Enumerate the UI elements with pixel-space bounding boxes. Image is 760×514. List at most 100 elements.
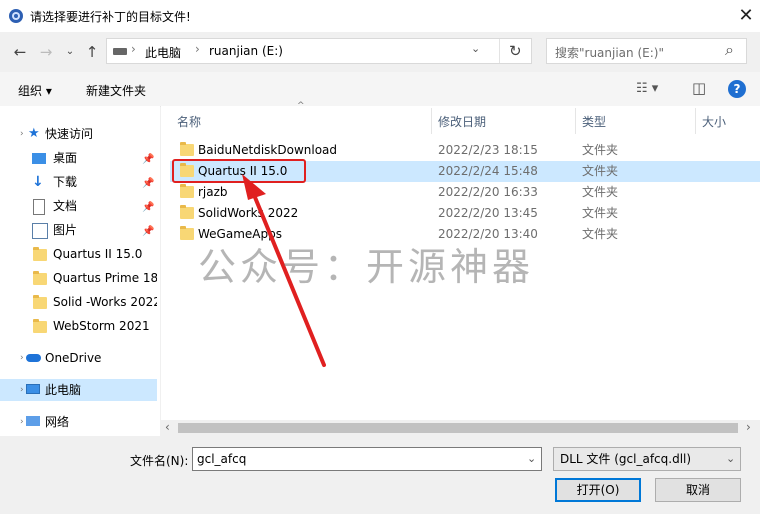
nav-folder-quartus-ii[interactable]: Quartus II 15.0 (0, 243, 157, 265)
scrollbar-thumb[interactable] (178, 423, 738, 433)
column-header-size[interactable]: 大小 (702, 113, 726, 130)
folder-icon (33, 247, 47, 261)
download-icon: ↓ (32, 174, 44, 190)
nav-label: Quartus II 15.0 (53, 247, 143, 261)
address-dropdown-icon[interactable]: ⌄ (471, 42, 480, 55)
filename-field[interactable]: gcl_afcq ⌄ (192, 447, 542, 471)
desktop-icon (32, 153, 46, 164)
sort-ascending-icon: ^ (297, 101, 305, 111)
open-button[interactable]: 打开(O) (555, 478, 641, 502)
filetype-value: DLL 文件 (gcl_afcq.dll) (560, 452, 692, 466)
folder-icon (180, 184, 194, 198)
file-type: 文件夹 (582, 206, 619, 220)
scroll-left-icon[interactable]: ‹ (165, 420, 170, 434)
nav-folder-quartus-prime[interactable]: Quartus Prime 18. (0, 267, 157, 289)
nav-label: Solid -Works 2022 (53, 295, 157, 309)
nav-label: 桌面 (53, 151, 78, 165)
folder-icon (180, 226, 194, 240)
help-button[interactable]: ? (728, 80, 746, 98)
nav-this-pc[interactable]: › 此电脑 (0, 379, 157, 401)
picture-icon (32, 223, 48, 239)
folder-icon (33, 271, 47, 285)
drive-icon (113, 48, 127, 55)
nav-label: 文档 (53, 199, 78, 213)
window-title: 请选择要进行补丁的目标文件! (30, 10, 191, 24)
new-folder-button[interactable]: 新建文件夹 (86, 82, 146, 99)
horizontal-scrollbar[interactable]: ‹ › (161, 420, 760, 436)
folder-icon (180, 142, 194, 156)
breadcrumb-this-pc[interactable]: 此电脑 (145, 44, 181, 61)
file-type: 文件夹 (582, 164, 619, 178)
folder-icon (33, 319, 47, 333)
document-icon (33, 199, 45, 215)
nav-label: Quartus Prime 18. (53, 271, 157, 285)
address-bar[interactable]: › 此电脑 › ruanjian (E:) ⌄ ↻ (106, 38, 532, 64)
file-name: BaiduNetdiskDownload (198, 143, 338, 157)
search-input[interactable]: 搜索"ruanjian (E:)" (555, 44, 664, 61)
file-type: 文件夹 (582, 143, 619, 157)
computer-icon (26, 384, 40, 394)
column-divider[interactable] (695, 108, 696, 134)
close-button[interactable]: ✕ (734, 4, 758, 28)
forward-button[interactable]: → (36, 42, 56, 62)
folder-icon (33, 295, 47, 309)
nav-quick-access[interactable]: › ★ 快速访问 (0, 123, 157, 145)
expand-chevron-icon[interactable]: › (20, 411, 24, 433)
up-button[interactable]: ↑ (82, 42, 102, 62)
nav-label: 图片 (53, 223, 78, 237)
file-name: rjazb (198, 185, 228, 199)
pin-icon[interactable]: 📌 (142, 221, 154, 243)
nav-folder-solidworks[interactable]: Solid -Works 2022 (0, 291, 157, 313)
column-divider[interactable] (431, 108, 432, 134)
breadcrumb-separator-icon: › (195, 42, 200, 56)
nav-desktop[interactable]: 桌面 📌 (0, 147, 157, 169)
recent-dropdown-button[interactable]: ⌄ (60, 42, 80, 62)
file-modified: 2022/2/23 18:15 (438, 143, 538, 157)
filename-value: gcl_afcq (197, 452, 247, 466)
filetype-select[interactable]: DLL 文件 (gcl_afcq.dll) ⌄ (553, 447, 741, 471)
nav-folder-webstorm[interactable]: WebStorm 2021 (0, 315, 157, 337)
column-header-type[interactable]: 类型 (582, 113, 606, 130)
nav-documents[interactable]: 文档 📌 (0, 195, 157, 217)
network-icon (26, 416, 40, 426)
view-options-button[interactable]: ☷ ▾ (636, 81, 658, 96)
nav-pictures[interactable]: 图片 📌 (0, 219, 157, 241)
pin-icon[interactable]: 📌 (142, 173, 154, 195)
filename-label: 文件名(N): (130, 454, 189, 468)
pin-icon[interactable]: 📌 (142, 149, 154, 171)
nav-network[interactable]: › 网络 (0, 411, 157, 433)
pin-icon[interactable]: 📌 (142, 197, 154, 219)
filetype-dropdown-icon[interactable]: ⌄ (726, 448, 735, 470)
column-divider[interactable] (575, 108, 576, 134)
filename-dropdown-icon[interactable]: ⌄ (527, 448, 536, 470)
column-header-name[interactable]: 名称 (177, 113, 201, 130)
nav-label: 下载 (53, 175, 78, 189)
watermark-text: 公众号：开源神器 (198, 245, 535, 289)
nav-label: 网络 (45, 415, 70, 429)
nav-downloads[interactable]: ↓ 下载 📌 (0, 171, 157, 193)
file-modified: 2022/2/20 16:33 (438, 185, 538, 199)
scroll-right-icon[interactable]: › (746, 420, 751, 434)
expand-chevron-icon[interactable]: › (20, 123, 24, 145)
cloud-icon (26, 354, 41, 362)
star-icon: ★ (28, 126, 40, 141)
nav-label: 此电脑 (45, 383, 82, 397)
back-button[interactable]: ← (10, 42, 30, 62)
search-icon[interactable]: ⌕ (725, 40, 734, 60)
nav-onedrive[interactable]: › OneDrive (0, 347, 157, 369)
file-modified: 2022/2/20 13:45 (438, 206, 538, 220)
preview-pane-button[interactable]: ◫ (692, 79, 706, 97)
breadcrumb-drive[interactable]: ruanjian (E:) (209, 44, 283, 58)
refresh-icon[interactable]: ↻ (509, 42, 522, 60)
file-modified: 2022/2/24 15:48 (438, 164, 538, 178)
file-row[interactable]: BaiduNetdiskDownload 2022/2/23 18:15 文件夹 (170, 140, 760, 161)
expand-chevron-icon[interactable]: › (20, 379, 24, 401)
nav-label: WebStorm 2021 (53, 319, 150, 333)
cancel-button[interactable]: 取消 (655, 478, 741, 502)
organize-button[interactable]: 组织 ▾ (18, 82, 52, 99)
app-globe-icon (9, 9, 23, 23)
search-box[interactable]: 搜索"ruanjian (E:)" ⌕ (546, 38, 747, 64)
expand-chevron-icon[interactable]: › (20, 347, 24, 369)
file-type: 文件夹 (582, 185, 619, 199)
column-header-modified[interactable]: 修改日期 (438, 113, 486, 130)
